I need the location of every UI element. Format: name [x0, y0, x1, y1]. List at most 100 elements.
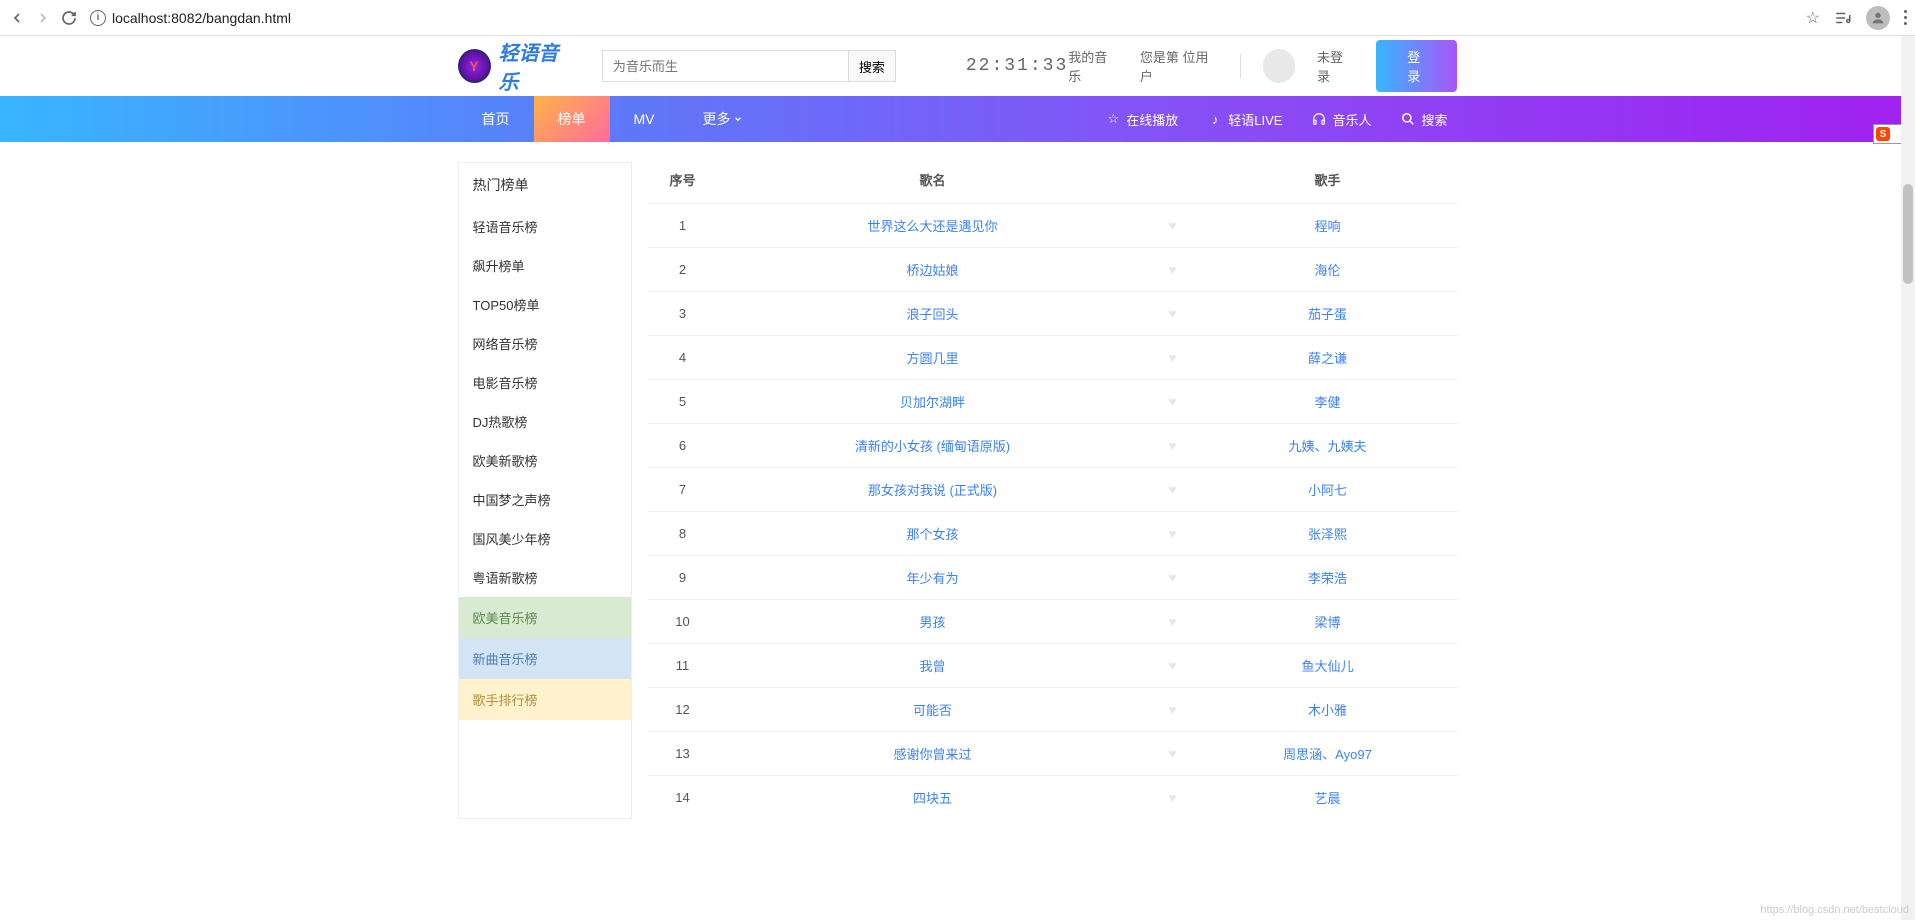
sidebar-item[interactable]: 电影音乐榜 [459, 363, 631, 402]
sidebar-item[interactable]: 欧美新歌榜 [459, 441, 631, 480]
menu-icon[interactable] [1904, 10, 1907, 25]
artist-link[interactable]: 九姨、九姨夫 [1288, 439, 1366, 454]
playlist-icon[interactable] [1834, 9, 1852, 27]
cell-artist: 张泽熙 [1198, 512, 1458, 556]
nav-charts[interactable]: 榜单 [534, 96, 610, 142]
search-button[interactable]: 搜索 [848, 50, 896, 82]
reload-icon[interactable] [60, 9, 78, 27]
song-link[interactable]: 清新的小女孩 (缅甸语原版) [855, 439, 1010, 454]
star-icon: ☆ [1106, 112, 1120, 126]
avatar[interactable] [1263, 49, 1295, 83]
artist-link[interactable]: 周思涵、Ayo97 [1283, 747, 1372, 762]
song-link[interactable]: 桥边姑娘 [906, 263, 958, 278]
sidebar-item[interactable]: DJ热歌榜 [459, 402, 631, 441]
cell-song: 浪子回头 [718, 292, 1148, 336]
back-icon[interactable] [8, 9, 26, 27]
nav-home[interactable]: 首页 [458, 96, 534, 142]
song-link[interactable]: 四块五 [913, 791, 952, 806]
heart-icon[interactable]: ♥ [1148, 336, 1198, 380]
cell-artist: 海伦 [1198, 248, 1458, 292]
song-link[interactable]: 那个女孩 [906, 527, 958, 542]
heart-icon[interactable]: ♥ [1148, 600, 1198, 644]
url-bar[interactable]: i localhost:8082/bangdan.html [90, 10, 291, 26]
url-text: localhost:8082/bangdan.html [112, 10, 291, 26]
cell-artist: 茄子蛋 [1198, 292, 1458, 336]
cell-song: 世界这么大还是遇见你 [718, 204, 1148, 248]
sidebar-item[interactable]: 网络音乐榜 [459, 324, 631, 363]
artist-link[interactable]: 李健 [1314, 395, 1340, 410]
th-artist: 歌手 [1198, 162, 1458, 204]
artist-link[interactable]: 李荣浩 [1308, 571, 1347, 586]
logo-text[interactable]: 轻语音乐 [499, 37, 576, 95]
sidebar-item[interactable]: 轻语音乐榜 [459, 207, 631, 246]
cell-artist: 程响 [1198, 204, 1458, 248]
artist-link[interactable]: 薛之谦 [1308, 351, 1347, 366]
song-link[interactable]: 我曾 [919, 659, 945, 674]
cell-song: 四块五 [718, 776, 1148, 820]
login-button[interactable]: 登 录 [1376, 40, 1457, 92]
nav-search[interactable]: 搜索 [1401, 110, 1447, 129]
heart-icon[interactable]: ♥ [1148, 732, 1198, 776]
scrollbar[interactable] [1901, 36, 1915, 920]
artist-link[interactable]: 茄子蛋 [1308, 307, 1347, 322]
scroll-thumb[interactable] [1903, 184, 1913, 284]
sidebar-item[interactable]: 中国梦之声榜 [459, 480, 631, 519]
heart-icon[interactable]: ♥ [1148, 204, 1198, 248]
nav-live[interactable]: ♪ 轻语LIVE [1208, 110, 1282, 129]
nav-more[interactable]: 更多 [679, 96, 767, 142]
artist-link[interactable]: 程响 [1314, 219, 1340, 234]
search-icon [1401, 112, 1415, 126]
cell-index: 2 [648, 248, 718, 292]
artist-link[interactable]: 木小雅 [1308, 703, 1347, 718]
search-input[interactable] [602, 50, 848, 82]
nav-online-play[interactable]: ☆ 在线播放 [1106, 110, 1178, 129]
cell-artist: 梁博 [1198, 600, 1458, 644]
heart-icon[interactable]: ♥ [1148, 380, 1198, 424]
heart-icon[interactable]: ♥ [1148, 688, 1198, 732]
song-link[interactable]: 浪子回头 [906, 307, 958, 322]
sidebar-item-singer[interactable]: 歌手排行榜 [459, 679, 631, 720]
heart-icon[interactable]: ♥ [1148, 556, 1198, 600]
sidebar-item[interactable]: TOP50榜单 [459, 285, 631, 324]
forward-icon[interactable] [34, 9, 52, 27]
cell-artist: 薛之谦 [1198, 336, 1458, 380]
song-link[interactable]: 那女孩对我说 (正式版) [868, 483, 997, 498]
heart-icon[interactable]: ♥ [1148, 292, 1198, 336]
nav-mv[interactable]: MV [610, 96, 679, 142]
heart-icon[interactable]: ♥ [1148, 512, 1198, 556]
song-link[interactable]: 贝加尔湖畔 [900, 395, 965, 410]
heart-icon[interactable]: ♥ [1148, 424, 1198, 468]
sidebar-item-new[interactable]: 新曲音乐榜 [459, 638, 631, 679]
logo-icon[interactable]: Y [458, 49, 491, 83]
cell-index: 4 [648, 336, 718, 380]
song-link[interactable]: 年少有为 [906, 571, 958, 586]
cell-index: 1 [648, 204, 718, 248]
artist-link[interactable]: 小阿七 [1308, 483, 1347, 498]
heart-icon[interactable]: ♥ [1148, 248, 1198, 292]
song-link[interactable]: 感谢你曾来过 [893, 747, 971, 762]
song-link[interactable]: 世界这么大还是遇见你 [867, 219, 997, 234]
info-icon[interactable]: i [90, 10, 106, 26]
sidebar-item[interactable]: 国风美少年榜 [459, 519, 631, 558]
artist-link[interactable]: 鱼大仙儿 [1301, 659, 1353, 674]
bookmark-icon[interactable]: ☆ [1806, 8, 1820, 28]
th-index: 序号 [648, 162, 718, 204]
artist-link[interactable]: 梁博 [1314, 615, 1340, 630]
heart-icon[interactable]: ♥ [1148, 468, 1198, 512]
artist-link[interactable]: 艺晨 [1314, 791, 1340, 806]
song-link[interactable]: 可能否 [913, 703, 952, 718]
login-status: 未登录 [1317, 47, 1354, 85]
song-link[interactable]: 方圆几里 [906, 351, 958, 366]
heart-icon[interactable]: ♥ [1148, 776, 1198, 820]
sidebar-item-western[interactable]: 欧美音乐榜 [459, 597, 631, 638]
song-link[interactable]: 男孩 [919, 615, 945, 630]
sidebar-item[interactable]: 粤语新歌榜 [459, 558, 631, 597]
artist-link[interactable]: 张泽熙 [1308, 527, 1347, 542]
sidebar-item[interactable]: 飙升榜单 [459, 246, 631, 285]
artist-link[interactable]: 海伦 [1314, 263, 1340, 278]
my-music-link[interactable]: 我的音乐 [1068, 47, 1118, 85]
profile-icon[interactable] [1866, 6, 1890, 30]
nav-musician[interactable]: 音乐人 [1312, 110, 1371, 129]
cell-artist: 木小雅 [1198, 688, 1458, 732]
heart-icon[interactable]: ♥ [1148, 644, 1198, 688]
